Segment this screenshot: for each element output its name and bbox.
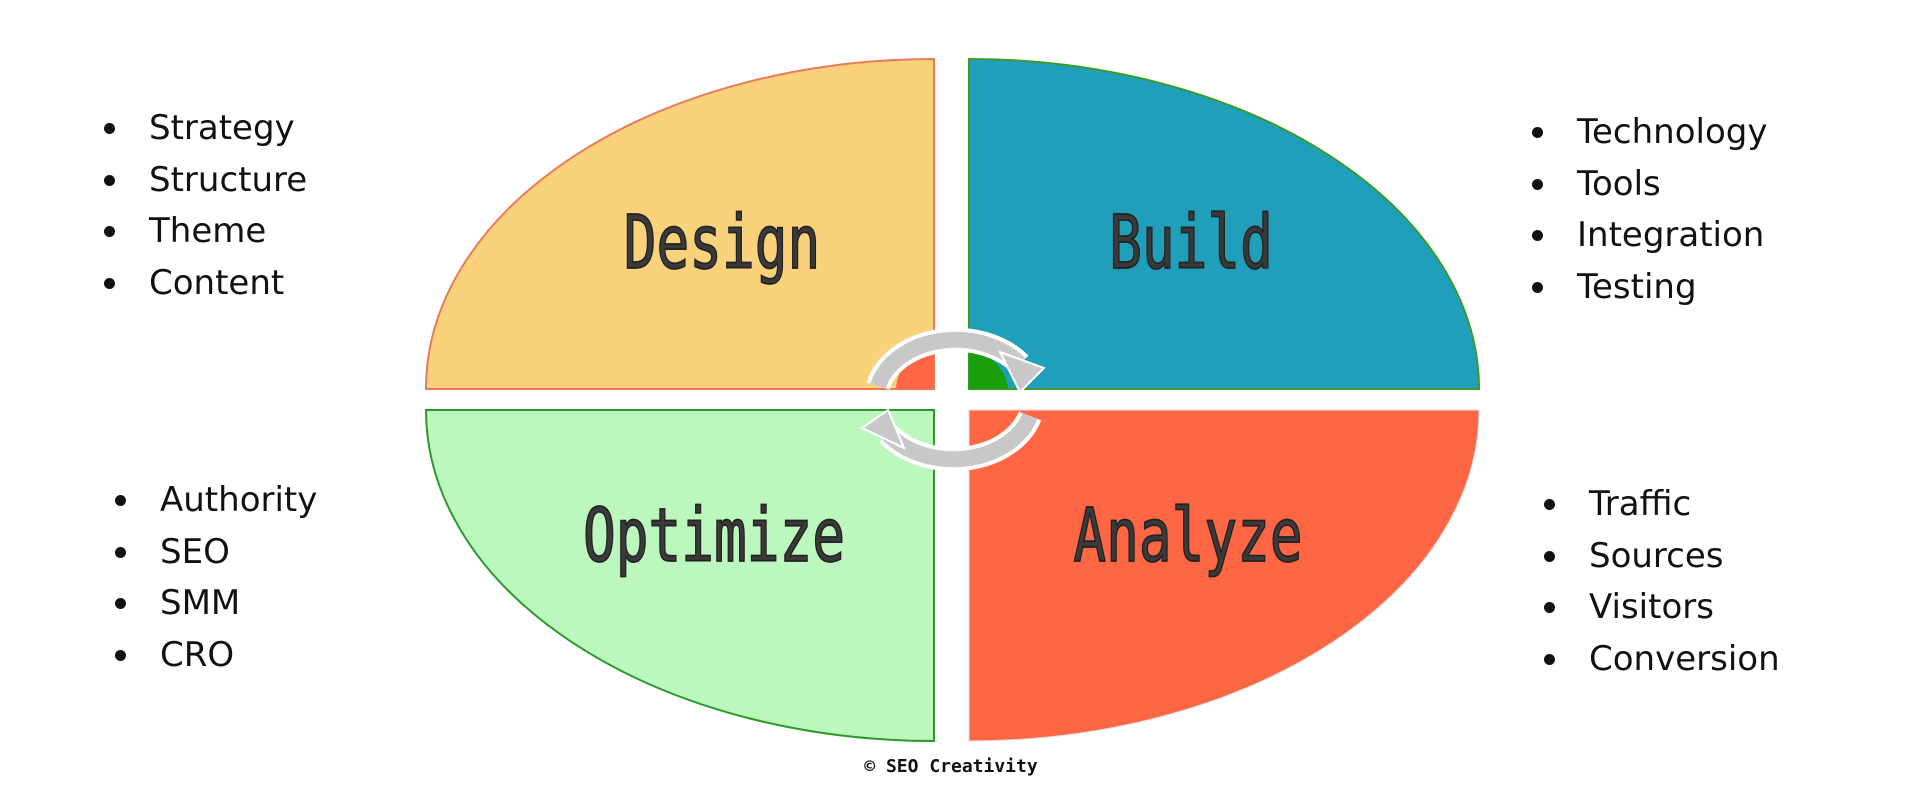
list-item: Tools	[1532, 164, 1767, 216]
copyright: © SEO Creativity	[864, 756, 1038, 777]
build-list: Technology Tools Integration Testing	[1532, 112, 1767, 318]
list-item: Conversion	[1544, 639, 1780, 691]
list-item: Visitors	[1544, 587, 1780, 639]
cycle-arrows-icon	[860, 327, 1046, 472]
list-item: Theme	[104, 211, 307, 263]
list-item: Technology	[1532, 112, 1767, 164]
list-item: CRO	[115, 635, 317, 687]
design-list: Strategy Structure Theme Content	[104, 108, 307, 314]
analyze-list: Traffic Sources Visitors Conversion	[1544, 484, 1780, 690]
list-item: Strategy	[104, 108, 307, 160]
list-item: SMM	[115, 583, 317, 635]
label-analyze: Analyze	[1073, 494, 1302, 579]
label-build: Build	[1109, 201, 1273, 286]
list-item: Sources	[1544, 536, 1780, 588]
list-item: Authority	[115, 480, 317, 532]
label-optimize: Optimize	[583, 494, 845, 579]
list-item: SEO	[115, 532, 317, 584]
list-item: Structure	[104, 160, 307, 212]
list-item: Content	[104, 263, 307, 315]
list-item: Traffic	[1544, 484, 1780, 536]
list-item: Integration	[1532, 215, 1767, 267]
list-item: Testing	[1532, 267, 1767, 319]
label-design: Design	[624, 201, 820, 286]
optimize-list: Authority SEO SMM CRO	[115, 480, 317, 686]
